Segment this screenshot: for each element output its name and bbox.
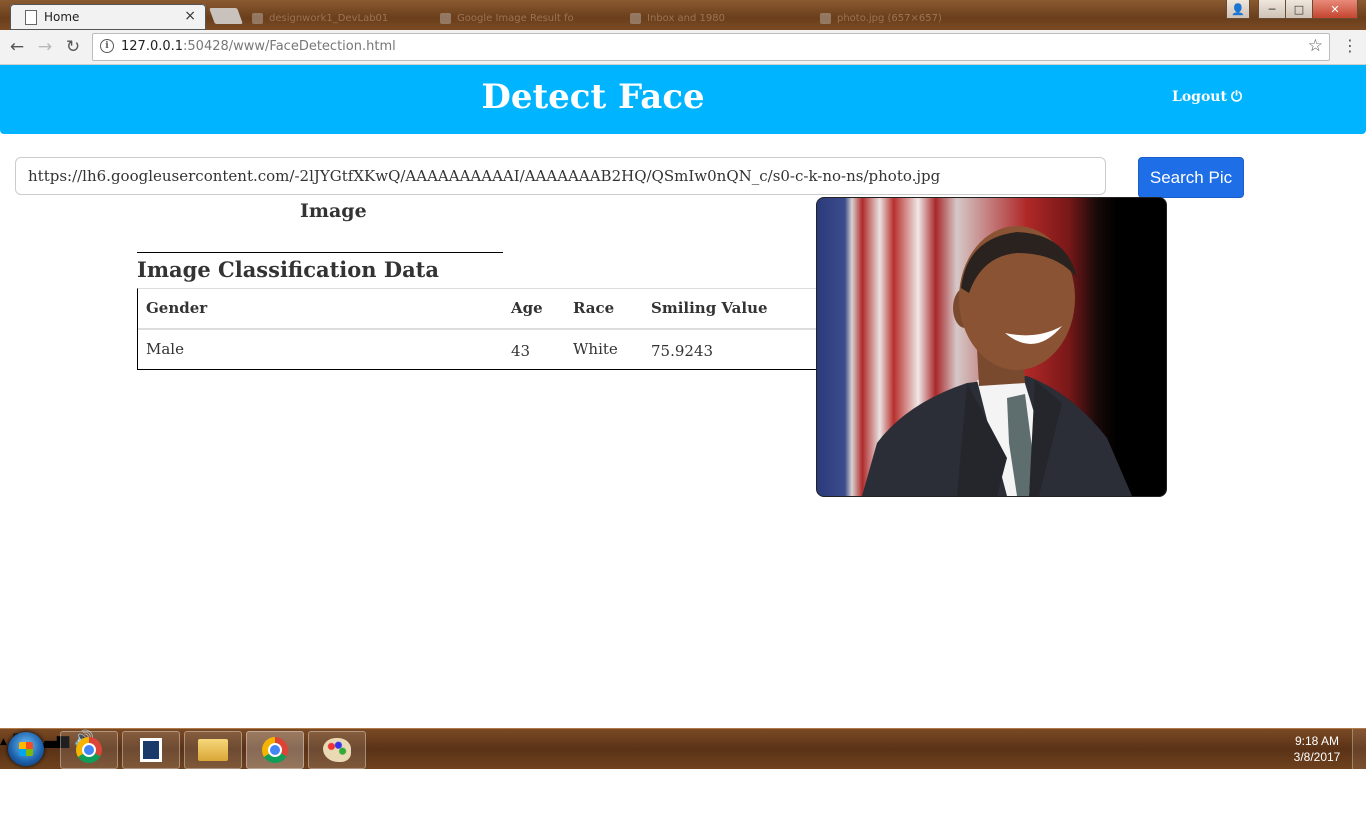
maximize-button[interactable]: □ (1285, 0, 1312, 19)
cell-age: 43 (511, 342, 531, 360)
close-button[interactable]: ✕ (1312, 0, 1358, 19)
user-icon[interactable]: 👤 (1226, 0, 1250, 19)
chrome-icon (76, 737, 102, 763)
column-header-smiling: Smiling Value (651, 299, 768, 317)
clock-time: 9:18 AM (1294, 734, 1340, 748)
logout-link[interactable]: Logout ⏻ (1172, 89, 1242, 105)
classification-table: Image Classification Data Gender Age Rac… (137, 252, 817, 370)
browser-menu-icon[interactable]: ⋮ (1342, 36, 1358, 55)
paint-icon (323, 738, 351, 762)
background-tab[interactable]: designwork1_DevLab01 (252, 8, 392, 24)
background-tab[interactable]: photo.jpg (657×657) (820, 8, 960, 24)
page-title: Detect Face (481, 77, 705, 117)
power-icon: ⏻ (1230, 89, 1243, 105)
clock-date: 3/8/2017 (1293, 750, 1341, 764)
show-desktop-button[interactable] (1352, 729, 1366, 769)
page-icon (820, 13, 831, 24)
background-tab[interactable]: Inbox and 1980 Unfinishe (630, 8, 770, 43)
table-caption: Image Classification Data (137, 252, 503, 288)
browser-titlebar: Home × designwork1_DevLab01 Google Image… (0, 0, 1366, 43)
info-icon[interactable]: i (100, 39, 114, 53)
tray-expand-icon[interactable]: ▲ (0, 737, 7, 747)
page-icon (630, 13, 641, 24)
reload-icon[interactable]: ↻ (62, 36, 84, 58)
column-header-gender: Gender (146, 299, 208, 317)
taskbar-item-chrome-active[interactable] (246, 731, 304, 769)
table-body: Gender Age Race Smiling Value Male 43 Wh… (137, 288, 817, 370)
window-controls: 👤 ─ □ ✕ (1226, 0, 1358, 19)
url-host: 127.0.0.1 (121, 39, 184, 54)
app-box-icon (140, 738, 162, 762)
person-silhouette (862, 226, 1132, 496)
taskbar: ▲ ▣ ▂▃▅ 🔊 9:18 AM 3/8/2017 (0, 728, 1366, 769)
folder-icon (198, 739, 228, 761)
tab-title: Home (44, 10, 80, 24)
portrait-photo (816, 197, 1167, 497)
tab-close-icon[interactable]: × (184, 8, 196, 24)
back-icon[interactable]: ← (6, 36, 28, 58)
system-clock[interactable]: 9:18 AM 3/8/2017 (1287, 733, 1347, 765)
image-url-input[interactable] (15, 157, 1106, 195)
taskbar-item-chrome[interactable] (60, 731, 118, 769)
address-bar[interactable]: i 127.0.0.1:50428/www/FaceDetection.html… (92, 33, 1330, 61)
minimize-button[interactable]: ─ (1258, 0, 1285, 19)
logout-label: Logout (1172, 89, 1227, 105)
url-text[interactable]: 127.0.0.1:50428/www/FaceDetection.html (121, 39, 396, 54)
background-tab[interactable]: Google Image Result fo (440, 8, 580, 24)
chrome-icon (262, 737, 288, 763)
bookmark-star-icon[interactable]: ☆ (1308, 36, 1323, 56)
browser-toolbar: ← → ↻ i 127.0.0.1:50428/www/FaceDetectio… (0, 30, 1366, 65)
app-header: Detect Face Logout ⏻ (0, 65, 1366, 134)
column-header-race: Race (573, 299, 615, 317)
taskbar-item-explorer[interactable] (184, 731, 242, 769)
image-heading: Image (300, 200, 367, 222)
cell-gender: Male (146, 340, 184, 358)
cell-smiling-value: 75.9243 (651, 342, 714, 360)
url-path: :50428/www/FaceDetection.html (183, 39, 396, 54)
table-row: Male 43 White 75.9243 (138, 330, 817, 369)
forward-icon[interactable]: → (34, 36, 56, 58)
page-icon (440, 13, 451, 24)
table-header-row: Gender Age Race Smiling Value (138, 289, 817, 330)
column-header-age: Age (511, 299, 543, 317)
cell-race: White (573, 340, 618, 358)
start-button[interactable] (8, 732, 44, 766)
new-tab-button[interactable] (209, 8, 243, 24)
tab-home[interactable]: Home × (10, 4, 206, 30)
page-icon (25, 10, 37, 25)
page-icon (252, 13, 263, 24)
taskbar-item-paint[interactable] (308, 731, 366, 769)
search-pic-button[interactable]: Search Pic (1138, 157, 1244, 198)
taskbar-item-app[interactable] (122, 731, 180, 769)
